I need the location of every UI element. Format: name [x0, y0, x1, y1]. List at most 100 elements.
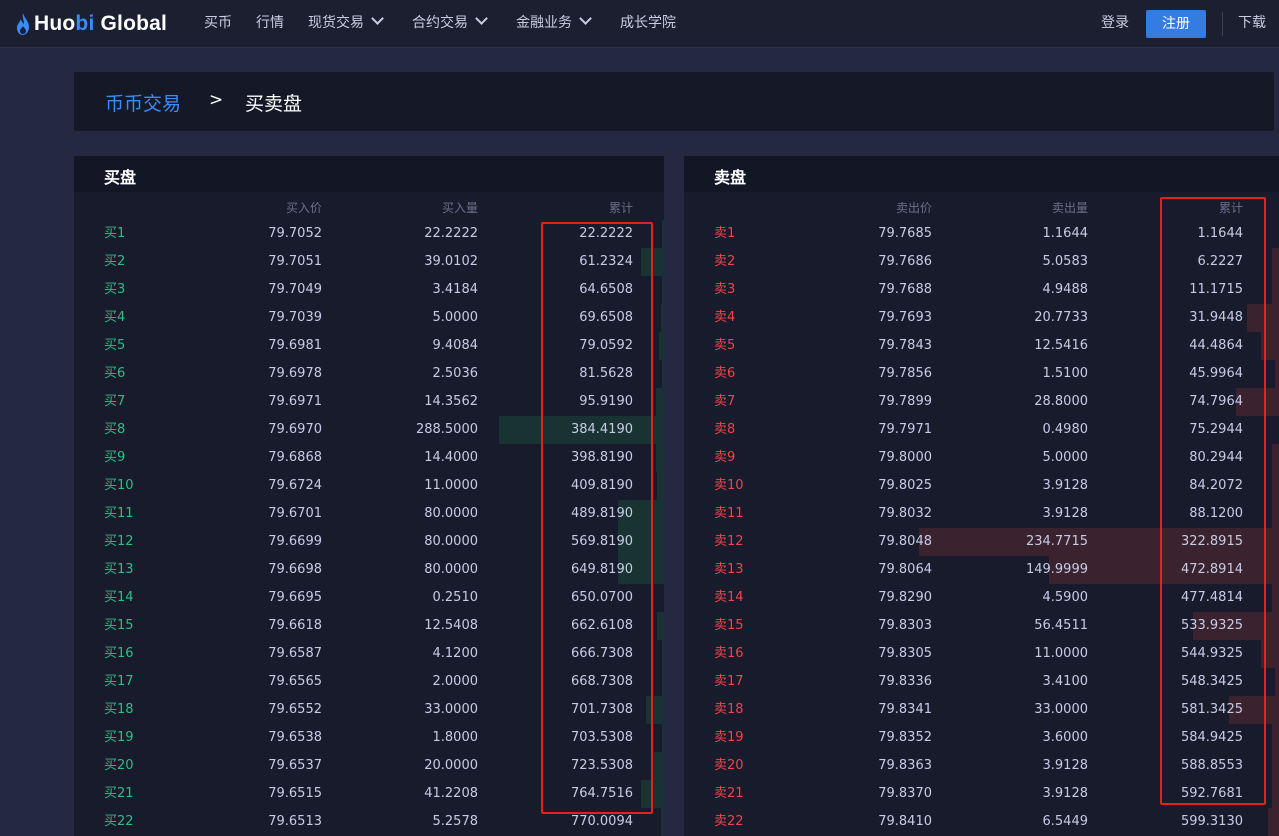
bid-price-cell: 79.6970 [268, 422, 322, 437]
bid-order-row[interactable]: 买1 79.7052 22.2222 22.2222 [74, 220, 664, 248]
ask-order-row[interactable]: 卖2 79.7686 5.0583 6.2227 [684, 248, 1279, 276]
ask-order-row[interactable]: 卖7 79.7899 28.8000 74.7964 [684, 388, 1279, 416]
bid-order-row[interactable]: 买20 79.6537 20.0000 723.5308 [74, 752, 664, 780]
nav-buy-crypto[interactable]: 买币 [204, 0, 232, 47]
bid-amount-cell: 80.0000 [424, 534, 478, 549]
nav-finance[interactable]: 金融业务 [516, 0, 592, 47]
ask-order-row[interactable]: 卖17 79.8336 3.4100 548.3425 [684, 668, 1279, 696]
ask-price-cell: 79.8064 [878, 562, 932, 577]
ask-order-row[interactable]: 卖22 79.8410 6.5449 599.3130 [684, 808, 1279, 836]
ask-panel-header [684, 156, 1279, 192]
ask-total-cell: 544.9325 [1180, 646, 1243, 661]
ask-amount-cell: 3.9128 [1042, 786, 1089, 801]
ask-order-row[interactable]: 卖3 79.7688 4.9488 11.1715 [684, 276, 1279, 304]
top-navbar: Huobi Global 买币 行情 现货交易 合约交易 金融业务 成长学院 登… [0, 0, 1279, 48]
ask-order-row[interactable]: 卖15 79.8303 56.4511 533.9325 [684, 612, 1279, 640]
nav-markets[interactable]: 行情 [256, 0, 284, 47]
nav-contract-trading[interactable]: 合约交易 [412, 0, 488, 47]
bid-depth-bar [659, 332, 664, 360]
bid-order-row[interactable]: 买7 79.6971 14.3562 95.9190 [74, 388, 664, 416]
ask-order-row[interactable]: 卖16 79.8305 11.0000 544.9325 [684, 640, 1279, 668]
ask-level-label: 卖8 [714, 422, 736, 437]
bid-order-row[interactable]: 买9 79.6868 14.4000 398.8190 [74, 444, 664, 472]
bid-order-row[interactable]: 买2 79.7051 39.0102 61.2324 [74, 248, 664, 276]
nav-academy[interactable]: 成长学院 [620, 0, 676, 47]
bid-order-row[interactable]: 买21 79.6515 41.2208 764.7516 [74, 780, 664, 808]
ask-level-label: 卖19 [714, 730, 744, 745]
ask-depth-bar [1275, 668, 1279, 696]
ask-total-cell: 548.3425 [1180, 674, 1243, 689]
bid-level-label: 买7 [104, 394, 126, 409]
bid-order-row[interactable]: 买4 79.7039 5.0000 69.6508 [74, 304, 664, 332]
ask-order-row[interactable]: 卖18 79.8341 33.0000 581.3425 [684, 696, 1279, 724]
ask-order-row[interactable]: 卖20 79.8363 3.9128 588.8553 [684, 752, 1279, 780]
bid-order-row[interactable]: 买6 79.6978 2.5036 81.5628 [74, 360, 664, 388]
bid-price-cell: 79.6537 [268, 758, 322, 773]
ask-order-row[interactable]: 卖13 79.8064 149.9999 472.8914 [684, 556, 1279, 584]
bid-panel-header [74, 156, 664, 192]
bid-amount-cell: 3.4184 [432, 282, 479, 297]
ask-order-row[interactable]: 卖21 79.8370 3.9128 592.7681 [684, 780, 1279, 808]
login-link[interactable]: 登录 [1101, 0, 1129, 47]
breadcrumb-link-coin-trading[interactable]: 币币交易 [105, 89, 181, 116]
ask-order-row[interactable]: 卖11 79.8032 3.9128 88.1200 [684, 500, 1279, 528]
bid-price-cell: 79.6515 [268, 786, 322, 801]
bid-order-row[interactable]: 买8 79.6970 288.5000 384.4190 [74, 416, 664, 444]
ask-total-cell: 584.9425 [1180, 730, 1243, 745]
ask-amount-cell: 12.5416 [1034, 338, 1088, 353]
ask-amount-cell: 56.4511 [1034, 618, 1088, 633]
bid-order-row[interactable]: 买5 79.6981 9.4084 79.0592 [74, 332, 664, 360]
bid-level-label: 买14 [104, 590, 134, 605]
ask-order-row[interactable]: 卖19 79.8352 3.6000 584.9425 [684, 724, 1279, 752]
ask-depth-bar [1247, 304, 1279, 332]
bid-order-row[interactable]: 买13 79.6698 80.0000 649.8190 [74, 556, 664, 584]
bid-price-cell: 79.7039 [268, 310, 322, 325]
ask-order-row[interactable]: 卖10 79.8025 3.9128 84.2072 [684, 472, 1279, 500]
bid-order-row[interactable]: 买22 79.6513 5.2578 770.0094 [74, 808, 664, 836]
download-link[interactable]: 下载 [1238, 0, 1266, 47]
ask-price-cell: 79.7693 [878, 310, 932, 325]
ask-total-cell: 88.1200 [1189, 506, 1243, 521]
ask-total-cell: 581.3425 [1180, 702, 1243, 717]
bid-order-row[interactable]: 买11 79.6701 80.0000 489.8190 [74, 500, 664, 528]
ask-level-label: 卖4 [714, 310, 736, 325]
ask-order-row[interactable]: 卖6 79.7856 1.5100 45.9964 [684, 360, 1279, 388]
bid-order-row[interactable]: 买19 79.6538 1.8000 703.5308 [74, 724, 664, 752]
bid-total-cell: 569.8190 [570, 534, 633, 549]
register-button[interactable]: 注册 [1146, 10, 1206, 38]
bid-order-row[interactable]: 买18 79.6552 33.0000 701.7308 [74, 696, 664, 724]
ask-price-cell: 79.7843 [878, 338, 932, 353]
bid-amount-cell: 33.0000 [424, 702, 478, 717]
breadcrumb-current: 买卖盘 [245, 93, 303, 115]
ask-order-row[interactable]: 卖4 79.7693 20.7733 31.9448 [684, 304, 1279, 332]
bid-order-row[interactable]: 买17 79.6565 2.0000 668.7308 [74, 668, 664, 696]
bid-order-row[interactable]: 买14 79.6695 0.2510 650.0700 [74, 584, 664, 612]
ask-order-row[interactable]: 卖14 79.8290 4.5900 477.4814 [684, 584, 1279, 612]
ask-price-cell: 79.7856 [878, 366, 932, 381]
nav-spot-trading[interactable]: 现货交易 [308, 0, 384, 47]
ask-order-row[interactable]: 卖9 79.8000 5.0000 80.2944 [684, 444, 1279, 472]
bid-amount-cell: 1.8000 [432, 730, 479, 745]
bid-level-label: 买3 [104, 282, 126, 297]
ask-total-cell: 599.3130 [1180, 814, 1243, 829]
ask-order-row[interactable]: 卖1 79.7685 1.1644 1.1644 [684, 220, 1279, 248]
ask-depth-bar [1272, 276, 1279, 304]
bid-price-cell: 79.6724 [268, 478, 322, 493]
bid-order-row[interactable]: 买16 79.6587 4.1200 666.7308 [74, 640, 664, 668]
ask-order-row[interactable]: 卖8 79.7971 0.4980 75.2944 [684, 416, 1279, 444]
bid-order-row[interactable]: 买12 79.6699 80.0000 569.8190 [74, 528, 664, 556]
bid-total-cell: 703.5308 [570, 730, 633, 745]
huobi-logo[interactable]: Huobi Global [16, 11, 167, 37]
bid-price-cell: 79.6981 [268, 338, 322, 353]
bid-order-row[interactable]: 买15 79.6618 12.5408 662.6108 [74, 612, 664, 640]
bid-price-cell: 79.6513 [268, 814, 322, 829]
ask-order-row[interactable]: 卖12 79.8048 234.7715 322.8915 [684, 528, 1279, 556]
ask-order-row[interactable]: 卖5 79.7843 12.5416 44.4864 [684, 332, 1279, 360]
bid-price-cell: 79.6971 [268, 394, 322, 409]
ask-amount-cell: 11.0000 [1034, 646, 1088, 661]
bid-order-row[interactable]: 买10 79.6724 11.0000 409.8190 [74, 472, 664, 500]
bid-order-row[interactable]: 买3 79.7049 3.4184 64.6508 [74, 276, 664, 304]
ask-amount-cell: 6.5449 [1042, 814, 1089, 829]
bid-depth-bar [641, 780, 664, 808]
bid-total-header: 累计 [608, 201, 633, 215]
